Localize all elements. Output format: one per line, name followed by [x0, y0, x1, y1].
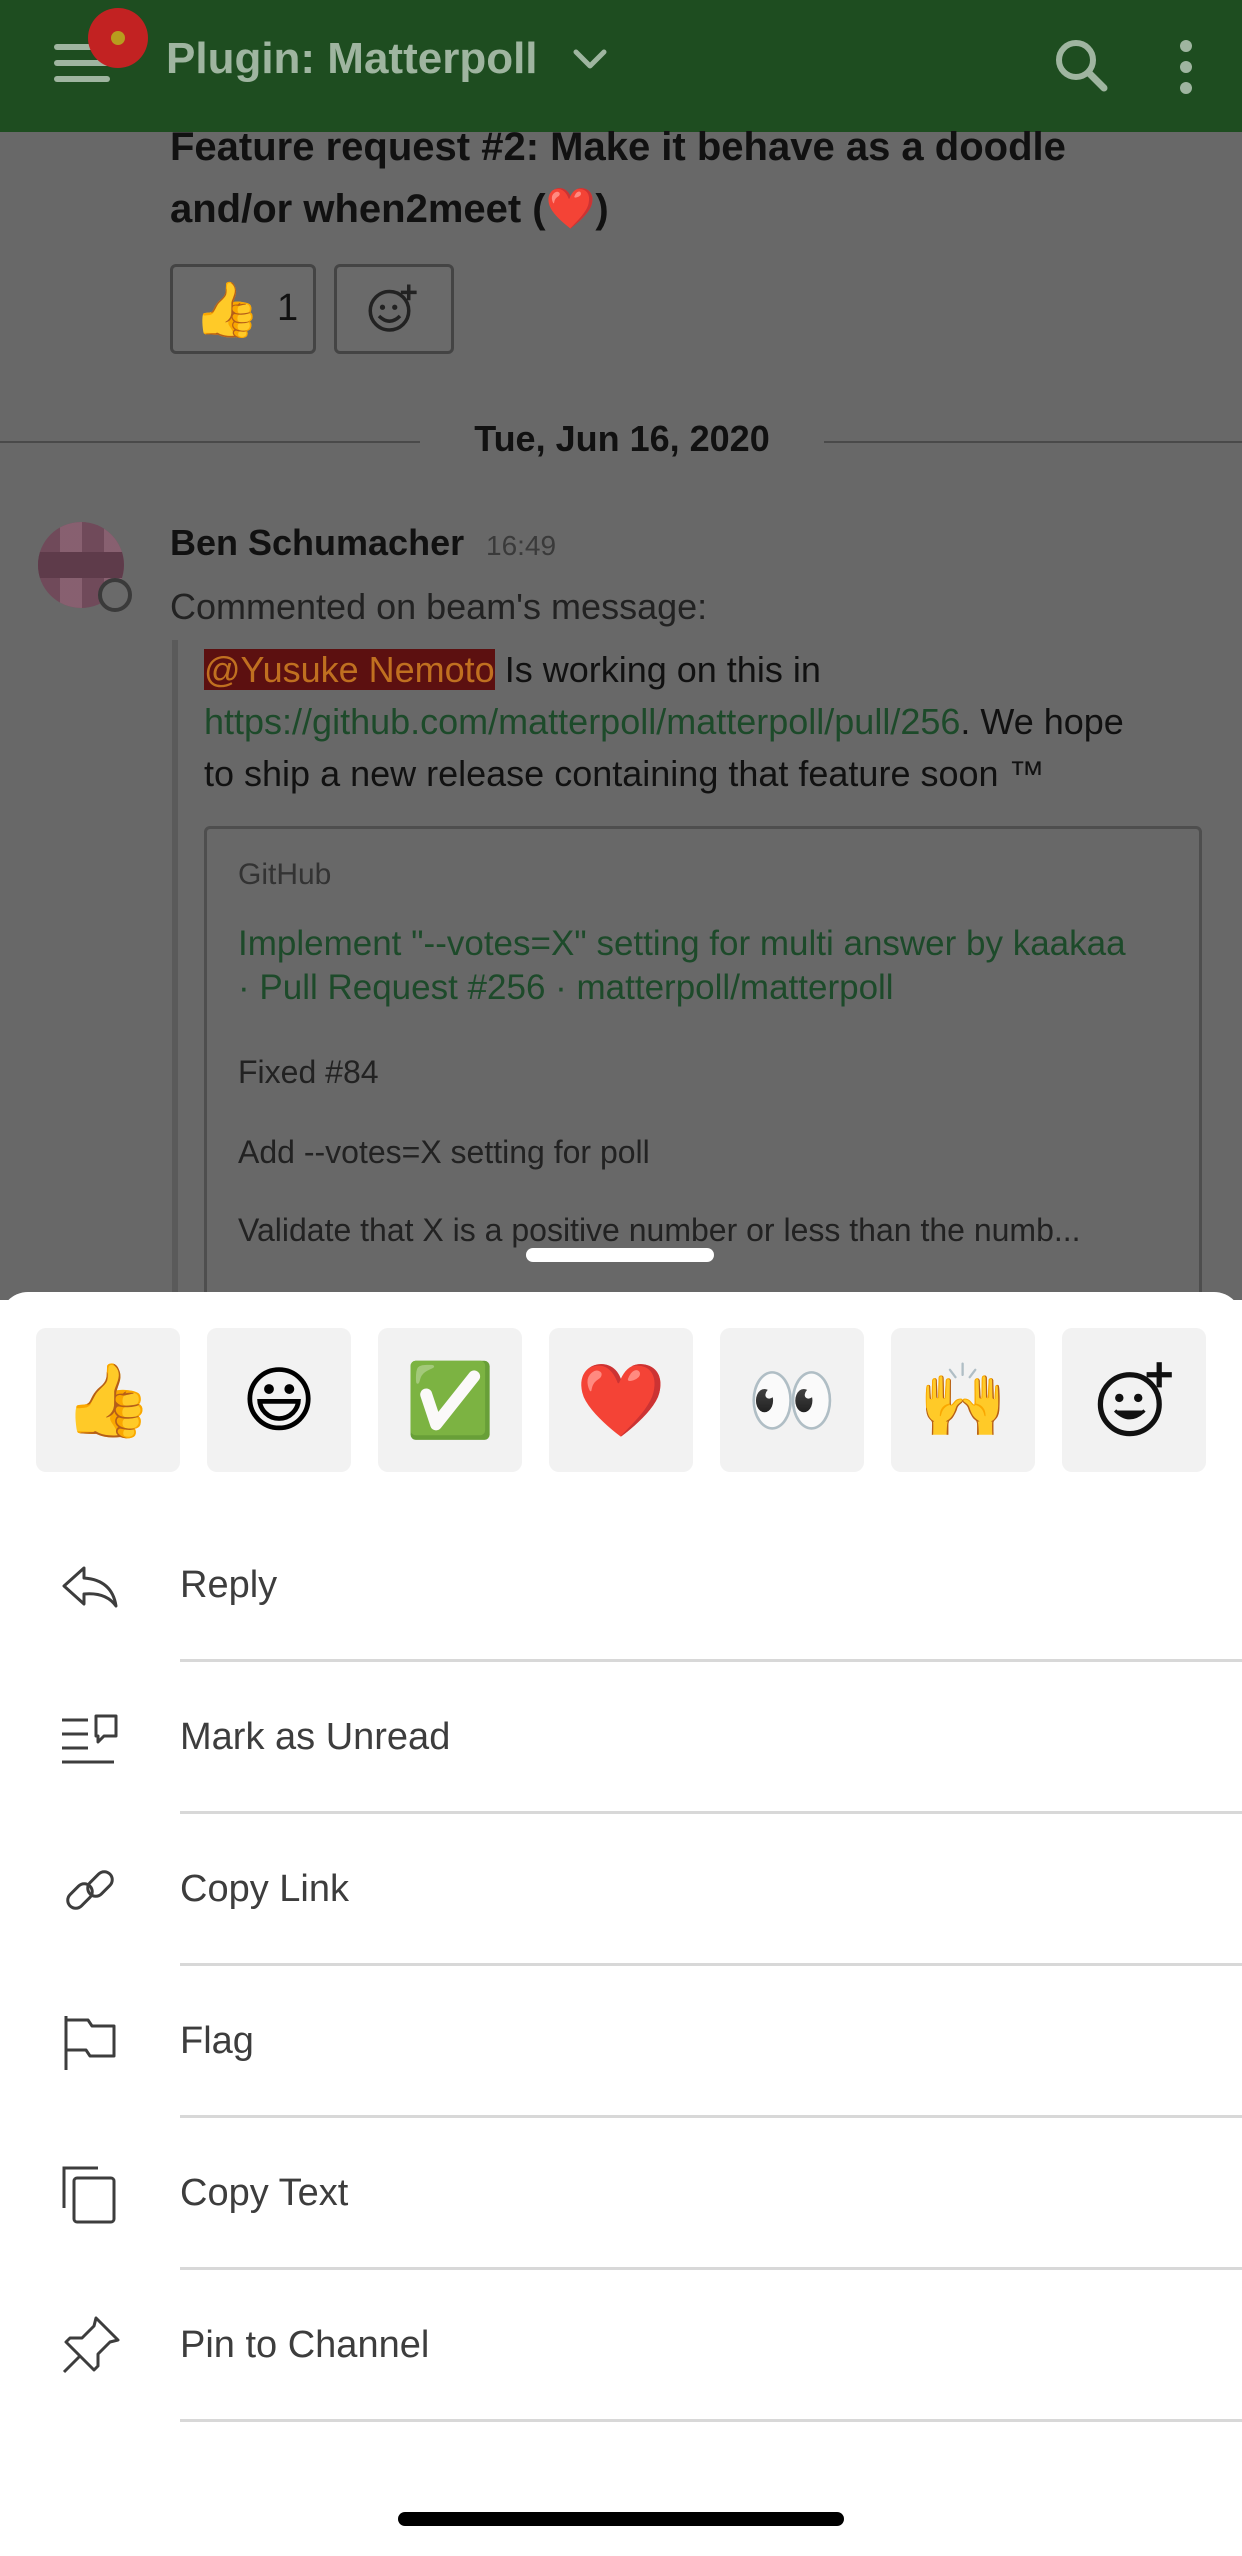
thumbs-up-emoji: 👍 — [63, 1360, 153, 1441]
pin-label: Pin to Channel — [180, 2324, 430, 2366]
reply-icon — [62, 1566, 118, 1608]
copy-link-label: Copy Link — [180, 1868, 349, 1910]
open-emoji-picker-button[interactable] — [1062, 1328, 1206, 1472]
link-preview-title[interactable]: Implement "--votes=X" setting for multi … — [238, 922, 1138, 1010]
channel-title[interactable]: Plugin: Matterpoll — [166, 34, 538, 84]
divider — [180, 2419, 1242, 2422]
eyes-emoji: 👀 — [747, 1360, 837, 1441]
raised-hands-emoji: 🙌 — [918, 1360, 1008, 1441]
thumbs-up-emoji: 👍 — [193, 280, 261, 340]
previous-post-text: Feature request #2: Make it behave as a … — [170, 125, 1066, 231]
mention-badge — [88, 8, 148, 68]
copy-text-option[interactable]: Copy Text — [0, 2118, 1242, 2270]
author-name[interactable]: Ben Schumacher — [170, 522, 464, 564]
smiley-emoji: 😃 — [241, 1361, 317, 1441]
user-mention[interactable]: @Yusuke Nemoto — [204, 649, 495, 690]
quick-reaction-raised-hands[interactable]: 🙌 — [891, 1328, 1035, 1472]
flag-icon — [64, 2016, 116, 2070]
home-indicator[interactable] — [398, 2512, 844, 2526]
quick-reaction-thumbs-up[interactable]: 👍 — [36, 1328, 180, 1472]
message-link[interactable]: https://github.com/matterpoll/matterpoll… — [204, 701, 960, 742]
quick-reaction-check[interactable]: ✅ — [378, 1328, 522, 1472]
add-reaction-icon — [368, 284, 417, 332]
message-text: Is working on this in — [494, 649, 821, 690]
reply-option[interactable]: Reply — [0, 1510, 1242, 1662]
date-separator-line — [824, 441, 1242, 443]
reaction-chip[interactable]: 👍 1 — [170, 264, 316, 354]
add-reaction-button[interactable] — [334, 264, 454, 354]
channel-header: Plugin: Matterpoll — [0, 0, 1242, 132]
reply-label: Reply — [180, 1564, 278, 1606]
more-options-icon[interactable] — [1166, 36, 1206, 98]
status-icon — [98, 578, 132, 612]
link-icon — [66, 1870, 114, 1910]
pin-option[interactable]: Pin to Channel — [0, 2270, 1242, 2422]
pin-icon — [62, 2316, 120, 2374]
quick-reaction-smiley[interactable]: 😃 — [207, 1328, 351, 1472]
search-icon[interactable] — [1052, 36, 1108, 92]
mark-unread-label: Mark as Unread — [180, 1716, 451, 1758]
mark-unread-icon — [62, 1714, 118, 1764]
sheet-drag-handle[interactable] — [526, 1248, 714, 1262]
link-preview-site: GitHub — [238, 858, 332, 891]
add-reaction-icon — [1097, 1362, 1172, 1437]
quick-reaction-eyes[interactable]: 👀 — [720, 1328, 864, 1472]
date-separator: Tue, Jun 16, 2020 — [474, 418, 770, 459]
mark-unread-option[interactable]: Mark as Unread — [0, 1662, 1242, 1814]
flag-option[interactable]: Flag — [0, 1966, 1242, 2118]
post-subtitle: Commented on beam's message: — [170, 586, 708, 627]
date-separator-line — [0, 441, 420, 443]
quote-bar — [172, 640, 178, 1300]
heart-emoji: ❤️ — [576, 1360, 666, 1441]
link-preview-description: Fixed #84 — [238, 1054, 379, 1090]
check-mark-emoji: ✅ — [405, 1360, 495, 1441]
post-timestamp: 16:49 — [486, 530, 557, 561]
chevron-down-icon[interactable] — [572, 48, 608, 72]
post-options-sheet: 👍 😃 ✅ ❤️ 👀 🙌 Reply Mark as Unread Copy L… — [0, 1292, 1242, 2556]
reaction-count: 1 — [277, 287, 299, 329]
link-preview-description: Add --votes=X setting for poll — [238, 1134, 650, 1170]
copy-link-option[interactable]: Copy Link — [0, 1814, 1242, 1966]
quick-reaction-heart[interactable]: ❤️ — [549, 1328, 693, 1472]
post-message: @Yusuke Nemoto Is working on this in htt… — [204, 644, 1144, 800]
flag-label: Flag — [180, 2020, 254, 2062]
hamburger-icon-bar — [54, 76, 110, 82]
copy-text-label: Copy Text — [180, 2172, 349, 2214]
link-preview-description: Validate that X is a positive number or … — [238, 1212, 1081, 1248]
copy-icon — [62, 2166, 116, 2224]
